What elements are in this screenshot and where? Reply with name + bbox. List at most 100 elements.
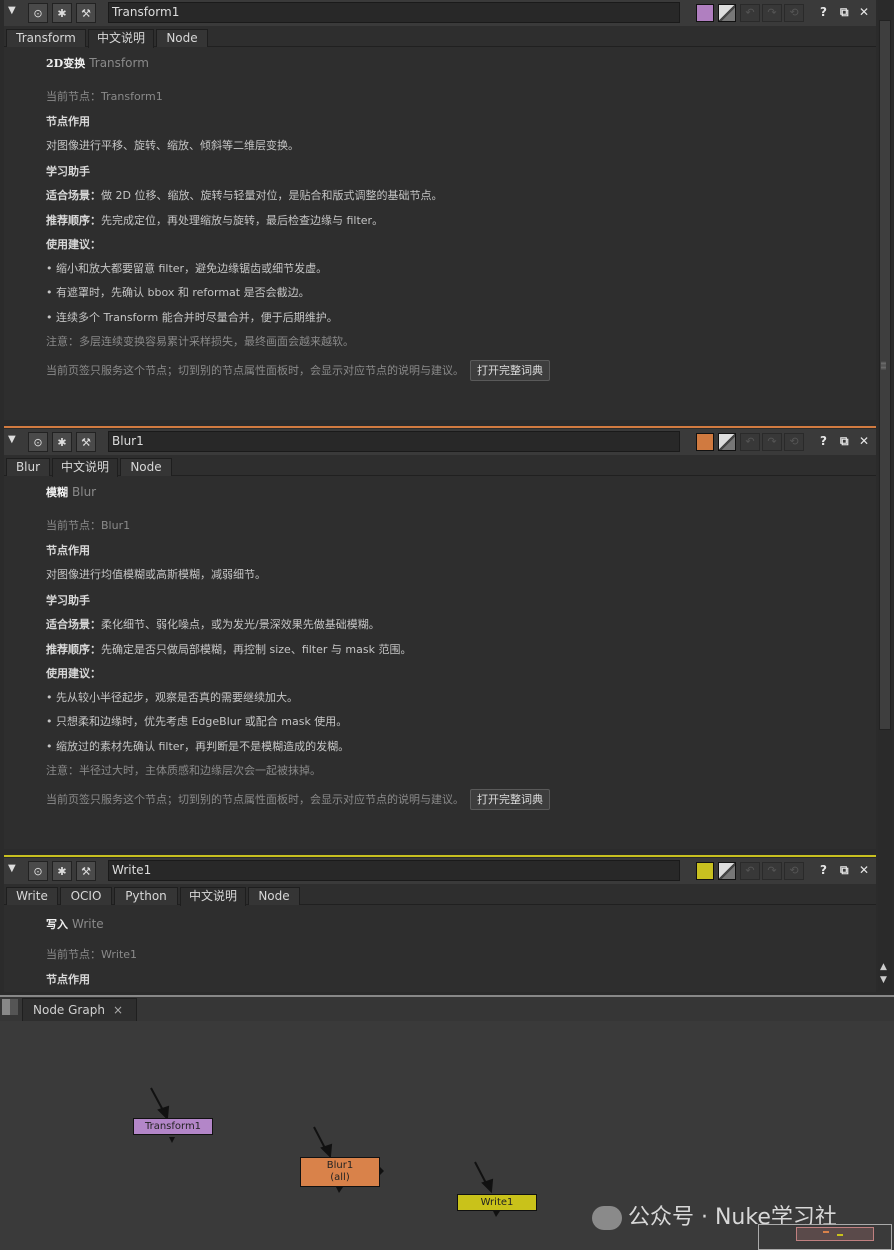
node-name-field[interactable]: Blur1	[108, 431, 680, 452]
scroll-up-icon[interactable]: ▲	[880, 962, 887, 972]
panel-tabs: Blur 中文说明 Node	[4, 456, 876, 477]
order-text: 推荐顺序：先完成定位，再处理缩放与旋转，最后检查边缘与 filter。	[46, 214, 384, 227]
properties-panel-transform1: ▼ ⊙ ✱ ⚒ Transform1 ↶ ↷ ⟲ ? ⧉ ✕ Transform…	[4, 0, 876, 420]
wechat-icon	[592, 1206, 622, 1230]
scene-text: 适合场景：做 2D 位移、缩放、旋转与轻量对位，是贴合和版式调整的基础节点。	[46, 189, 443, 202]
node-icon[interactable]: ✱	[52, 3, 72, 23]
collapse-icon[interactable]: ▼	[8, 434, 16, 445]
doc-title: 写入 Write	[46, 917, 104, 931]
undo-icon[interactable]: ↶	[740, 433, 760, 451]
tab-node-graph[interactable]: Node Graph ×	[22, 998, 137, 1022]
node-blur1[interactable]: Blur1 (all)	[300, 1157, 380, 1187]
tip-item: • 先从较小半径起步，观察是否真的需要继续加大。	[46, 691, 298, 704]
note-text: 注意：多层连续变换容易累计采样损失，最终画面会越来越软。	[46, 335, 354, 348]
current-node-label: 当前节点：Write1	[46, 948, 138, 961]
panel-tabs: Write OCIO Python 中文说明 Node	[4, 885, 876, 906]
tab-node[interactable]: Node	[248, 887, 300, 905]
heading-helper: 学习助手	[46, 165, 90, 178]
open-dictionary-button[interactable]: 打开完整词典	[470, 360, 550, 381]
properties-panel-blur1: ▼ ⊙ ✱ ⚒ Blur1 ↶ ↷ ⟲ ? ⧉ ✕ Blur 中文说明 Node…	[4, 429, 876, 849]
tip-item: • 连续多个 Transform 能合并时尽量合并，便于后期维护。	[46, 311, 338, 324]
node-graph-header: Node Graph ×	[0, 995, 894, 1022]
gl-color-swatch[interactable]	[718, 862, 736, 880]
redo-icon[interactable]: ↷	[762, 862, 782, 880]
minimap-node	[823, 1231, 829, 1233]
tab-chinese-doc[interactable]: 中文说明	[88, 29, 154, 48]
revert-icon[interactable]: ⟲	[784, 433, 804, 451]
node-write1[interactable]: Write1	[457, 1194, 537, 1211]
wrench-icon[interactable]: ⚒	[76, 432, 96, 452]
viewer-icon[interactable]: ⊙	[28, 3, 48, 23]
tab-node[interactable]: Node	[120, 458, 172, 476]
heading-tips: 使用建议：	[46, 238, 101, 251]
gl-color-swatch[interactable]	[718, 4, 736, 22]
current-node-label: 当前节点：Transform1	[46, 90, 163, 103]
panel-divider	[4, 855, 876, 857]
role-text: 对图像进行均值模糊或高斯模糊，减弱细节。	[46, 568, 266, 581]
doc-title: 模糊 Blur	[46, 485, 97, 499]
panel-toolbar: ▼ ⊙ ✱ ⚒ Blur1 ↶ ↷ ⟲ ? ⧉ ✕	[4, 429, 876, 455]
tip-item: • 缩小和放大都要留意 filter，避免边缘锯齿或细节发虚。	[46, 262, 328, 275]
node-color-swatch[interactable]	[696, 4, 714, 22]
heading-tips: 使用建议：	[46, 667, 101, 680]
open-dictionary-button[interactable]: 打开完整词典	[470, 789, 550, 810]
tab-ocio[interactable]: OCIO	[60, 887, 112, 905]
tab-chinese-doc[interactable]: 中文说明	[180, 887, 246, 906]
order-text: 推荐顺序：先确定是否只做局部模糊，再控制 size、filter 与 mask …	[46, 643, 412, 656]
heading-role: 节点作用	[46, 544, 90, 557]
help-icon[interactable]: ?	[820, 5, 827, 19]
tab-chinese-doc[interactable]: 中文说明	[52, 458, 118, 477]
close-icon[interactable]: ×	[113, 999, 123, 1021]
close-icon[interactable]: ✕	[859, 5, 869, 19]
properties-panel-write1: ▼ ⊙ ✱ ⚒ Write1 ↶ ↷ ⟲ ? ⧉ ✕ Write OCIO Py…	[4, 858, 876, 992]
scene-text: 适合场景：柔化细节、弱化噪点，或为发光/景深效果先做基础模糊。	[46, 618, 380, 631]
float-icon[interactable]: ⧉	[840, 5, 849, 20]
gl-color-swatch[interactable]	[718, 433, 736, 451]
scroll-down-icon[interactable]: ▼	[880, 975, 887, 985]
panel-toolbar: ▼ ⊙ ✱ ⚒ Transform1 ↶ ↷ ⟲ ? ⧉ ✕	[4, 0, 876, 26]
revert-icon[interactable]: ⟲	[784, 862, 804, 880]
node-color-swatch[interactable]	[696, 433, 714, 451]
footer-text: 当前页签只服务这个节点；切到别的节点属性面板时，会显示对应节点的说明与建议。 打开…	[46, 360, 550, 381]
undo-icon[interactable]: ↶	[740, 4, 760, 22]
node-icon[interactable]: ✱	[52, 861, 72, 881]
help-icon[interactable]: ?	[820, 863, 827, 877]
node-color-swatch[interactable]	[696, 862, 714, 880]
close-icon[interactable]: ✕	[859, 863, 869, 877]
tab-node[interactable]: Node	[156, 29, 208, 47]
note-text: 注意：半径过大时，主体质感和边缘层次会一起被抹掉。	[46, 764, 321, 777]
panel-divider	[4, 426, 876, 428]
close-icon[interactable]: ✕	[859, 434, 869, 448]
help-icon[interactable]: ?	[820, 434, 827, 448]
collapse-icon[interactable]: ▼	[8, 863, 16, 874]
redo-icon[interactable]: ↷	[762, 433, 782, 451]
node-name-field[interactable]: Write1	[108, 860, 680, 881]
float-icon[interactable]: ⧉	[840, 863, 849, 878]
pane-menu-icon[interactable]	[2, 999, 18, 1015]
tab-blur[interactable]: Blur	[6, 458, 50, 476]
node-transform1[interactable]: Transform1	[133, 1118, 213, 1135]
node-icon[interactable]: ✱	[52, 432, 72, 452]
minimap-viewport[interactable]	[796, 1227, 874, 1241]
node-graph-minimap[interactable]	[758, 1224, 892, 1250]
wrench-icon[interactable]: ⚒	[76, 3, 96, 23]
viewer-icon[interactable]: ⊙	[28, 861, 48, 881]
scrollbar-thumb[interactable]	[879, 20, 891, 730]
undo-icon[interactable]: ↶	[740, 862, 760, 880]
role-text: 对图像进行平移、旋转、缩放、倾斜等二维层变换。	[46, 139, 299, 152]
properties-scrollbar[interactable]: ≡ ≡ ▲ ▼	[878, 0, 892, 990]
tab-write[interactable]: Write	[6, 887, 58, 905]
viewer-icon[interactable]: ⊙	[28, 432, 48, 452]
float-icon[interactable]: ⧉	[840, 434, 849, 449]
node-name-field[interactable]: Transform1	[108, 2, 680, 23]
tip-item: • 缩放过的素材先确认 filter，再判断是不是模糊造成的发糊。	[46, 740, 350, 753]
panel-tabs: Transform 中文说明 Node	[4, 27, 876, 48]
tab-python[interactable]: Python	[114, 887, 178, 905]
heading-role: 节点作用	[46, 115, 90, 128]
collapse-icon[interactable]: ▼	[8, 5, 16, 16]
panel-toolbar: ▼ ⊙ ✱ ⚒ Write1 ↶ ↷ ⟲ ? ⧉ ✕	[4, 858, 876, 884]
revert-icon[interactable]: ⟲	[784, 4, 804, 22]
tab-transform[interactable]: Transform	[6, 29, 86, 47]
redo-icon[interactable]: ↷	[762, 4, 782, 22]
wrench-icon[interactable]: ⚒	[76, 861, 96, 881]
